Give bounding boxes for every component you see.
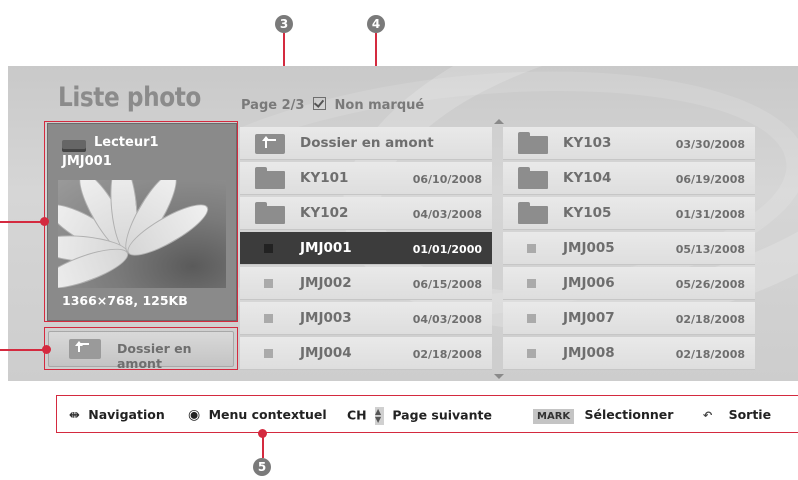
navigation-arrows-icon: ⇼ (69, 408, 80, 423)
item-name: Dossier en amont (300, 135, 434, 151)
photo-icon (527, 244, 536, 253)
list-item[interactable]: KY105 01/31/2008 (503, 197, 755, 230)
list-item[interactable]: JMJ003 04/03/2008 (240, 302, 492, 335)
item-date: 01/31/2008 (675, 208, 745, 221)
folder-icon (255, 167, 285, 189)
page-number: Page 2/3 (241, 98, 305, 113)
callout-preview-dot (40, 217, 49, 226)
list-item[interactable]: KY102 04/03/2008 (240, 197, 492, 230)
item-date: 06/19/2008 (675, 173, 745, 186)
list-item[interactable]: JMJ007 02/18/2008 (503, 302, 755, 335)
item-name: JMJ006 (563, 275, 615, 291)
item-name: KY104 (563, 170, 612, 186)
item-date: 06/10/2008 (412, 173, 482, 186)
list-item[interactable]: KY101 06/10/2008 (240, 162, 492, 195)
mark-status: Non marqué (334, 98, 425, 113)
item-date: 02/18/2008 (675, 348, 745, 361)
callout-4: 4 (367, 15, 385, 33)
hint-menu: ◉ Menu contextuel (188, 407, 327, 423)
item-name: KY101 (300, 170, 349, 186)
scroll-up-arrow[interactable] (494, 119, 504, 124)
photo-icon (527, 314, 536, 323)
item-name: KY102 (300, 205, 349, 221)
photo-icon (527, 349, 536, 358)
callout-preview-line (0, 221, 44, 223)
channel-updown-icon: ▲ ▼ (375, 407, 384, 425)
hint-select: MARK Sélectionner (533, 407, 673, 424)
hint-page-label: Page suivante (392, 407, 492, 423)
callout-5: 5 (253, 458, 271, 476)
mark-key: MARK (533, 409, 575, 424)
folder-icon (518, 167, 548, 189)
item-name: JMJ007 (563, 310, 615, 326)
hint-select-label: Sélectionner (584, 407, 674, 422)
ok-button-icon: ◉ (188, 407, 201, 423)
folder-icon (255, 202, 285, 224)
item-date: 03/30/2008 (675, 138, 745, 151)
item-name: JMJ002 (300, 275, 352, 291)
callout-upbutton-frame (44, 327, 238, 370)
callout-upbutton-dot (42, 345, 51, 354)
item-name: JMJ004 (300, 345, 352, 361)
hint-menu-label: Menu contextuel (208, 407, 327, 422)
hint-page: CH ▲ ▼ Page suivante (347, 407, 492, 425)
item-name: JMJ005 (563, 240, 615, 256)
item-date: 02/18/2008 (412, 348, 482, 361)
item-date: 05/13/2008 (675, 243, 745, 256)
hint-exit-label: Sortie (728, 407, 772, 422)
hint-exit: ↶ Sortie (703, 407, 771, 422)
folder-up-icon (255, 134, 285, 154)
photo-icon (527, 279, 536, 288)
list-item[interactable]: KY104 06/19/2008 (503, 162, 755, 195)
item-date: 05/26/2008 (675, 278, 745, 291)
page-title: Liste photo (58, 82, 201, 113)
list-item[interactable]: JMJ006 05/26/2008 (503, 267, 755, 300)
item-name: KY103 (563, 135, 612, 151)
list-item[interactable]: KY103 03/30/2008 (503, 127, 755, 160)
scroll-down-arrow[interactable] (494, 374, 504, 379)
list-item-selected[interactable]: JMJ001 01/01/2000 (240, 232, 492, 265)
ch-key-label: CH (347, 407, 367, 423)
item-name: JMJ003 (300, 310, 352, 326)
item-date: 04/03/2008 (412, 313, 482, 326)
callout-5-dot (258, 429, 267, 438)
hint-navigation: ⇼ Navigation (69, 407, 165, 423)
item-date: 06/15/2008 (412, 278, 482, 291)
photo-icon (264, 279, 273, 288)
checkbox-icon[interactable] (312, 97, 326, 110)
list-item[interactable]: JMJ002 06/15/2008 (240, 267, 492, 300)
photo-icon (264, 244, 273, 253)
callout-preview-frame (44, 121, 238, 322)
folder-icon (518, 202, 548, 224)
item-name: JMJ001 (300, 240, 352, 256)
photo-icon (264, 349, 273, 358)
item-date: 04/03/2008 (412, 208, 482, 221)
file-grid: Dossier en amont KY101 06/10/2008 KY102 … (240, 127, 755, 370)
return-icon: ↶ (703, 409, 713, 422)
list-item[interactable]: JMJ005 05/13/2008 (503, 232, 755, 265)
list-item[interactable]: Dossier en amont (240, 127, 492, 160)
list-item[interactable]: JMJ008 02/18/2008 (503, 337, 755, 370)
hint-navigation-label: Navigation (88, 407, 165, 422)
item-date: 02/18/2008 (675, 313, 745, 326)
help-bar: ⇼ Navigation ◉ Menu contextuel CH ▲ ▼ Pag… (56, 395, 798, 433)
item-name: KY105 (563, 205, 612, 221)
folder-icon (518, 132, 548, 154)
page-info: Page 2/3 Non marqué (241, 96, 424, 113)
item-date: 01/01/2000 (412, 243, 482, 256)
callout-upbutton-line (0, 349, 46, 351)
item-name: JMJ008 (563, 345, 615, 361)
list-item[interactable]: JMJ004 02/18/2008 (240, 337, 492, 370)
callout-3: 3 (275, 15, 293, 33)
photo-icon (264, 314, 273, 323)
